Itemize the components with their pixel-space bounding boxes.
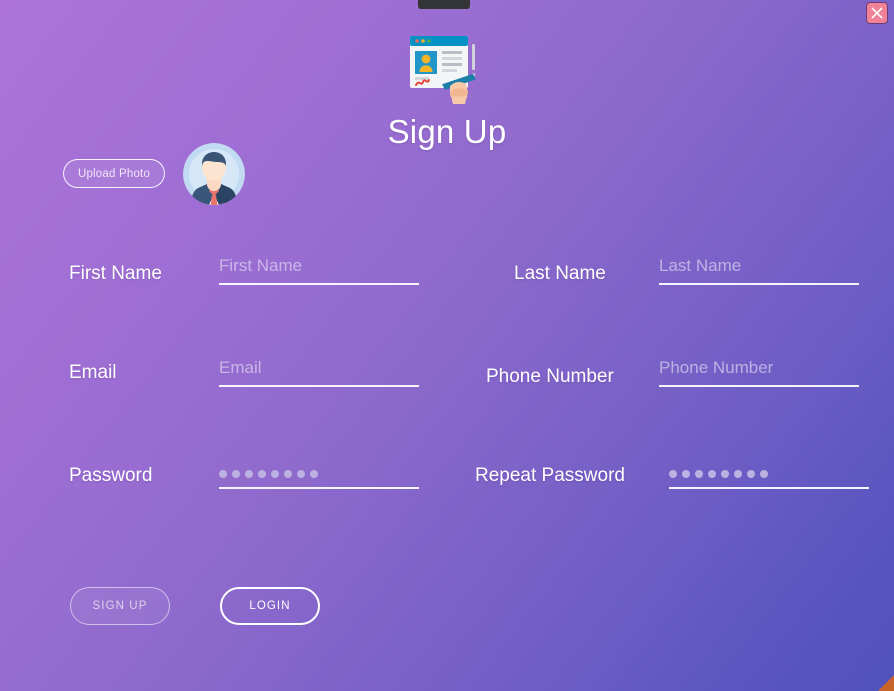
signup-button-label: SIGN UP bbox=[92, 600, 148, 612]
first-name-input[interactable] bbox=[219, 255, 419, 285]
close-icon[interactable] bbox=[866, 2, 888, 24]
repeat-password-input[interactable] bbox=[669, 459, 869, 489]
window-titlebar-stub bbox=[418, 0, 470, 9]
email-input[interactable] bbox=[219, 357, 419, 387]
field-label-email: Email bbox=[69, 362, 117, 383]
field-label-password: Password bbox=[69, 465, 153, 486]
field-label-phone-number: Phone Number bbox=[486, 366, 614, 387]
phone-number-input[interactable] bbox=[659, 357, 859, 387]
businessman-avatar-icon bbox=[183, 143, 245, 205]
signup-button[interactable]: SIGN UP bbox=[70, 587, 170, 625]
upload-photo-label: Upload Photo bbox=[77, 167, 151, 180]
signup-form-illustration-icon bbox=[406, 30, 484, 108]
last-name-input[interactable] bbox=[659, 255, 859, 285]
upload-photo-button[interactable]: Upload Photo bbox=[63, 159, 165, 188]
login-button-label: LOGIN bbox=[249, 600, 291, 612]
field-label-first-name: First Name bbox=[69, 263, 162, 284]
field-label-repeat-password: Repeat Password bbox=[475, 465, 625, 486]
login-button[interactable]: LOGIN bbox=[220, 587, 320, 625]
resize-corner-handle[interactable] bbox=[878, 675, 894, 691]
password-input[interactable] bbox=[219, 459, 419, 489]
signup-page: Sign Up Upload Photo First Name Last Nam… bbox=[0, 0, 894, 691]
field-label-last-name: Last Name bbox=[514, 263, 606, 284]
page-title: Sign Up bbox=[387, 113, 507, 150]
